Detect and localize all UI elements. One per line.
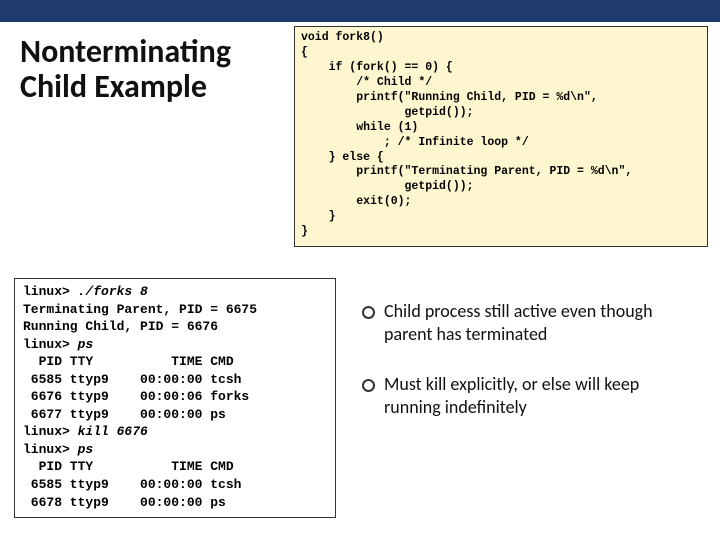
cmd: ps (78, 337, 94, 352)
prompt: linux> (23, 424, 78, 439)
output-line: 6585 ttyp9 00:00:00 tcsh (23, 372, 241, 387)
code-block: void fork8() { if (fork() == 0) { /* Chi… (294, 26, 708, 247)
output-line: PID TTY TIME CMD (23, 354, 234, 369)
output-line: Running Child, PID = 6676 (23, 319, 218, 334)
terminal-block: linux> ./forks 8 Terminating Parent, PID… (14, 278, 336, 518)
prompt: linux> (23, 337, 78, 352)
prompt: linux> (23, 442, 78, 457)
prompt: linux> (23, 284, 78, 299)
top-bar (0, 0, 720, 22)
cmd: kill 6676 (78, 424, 148, 439)
output-line: Terminating Parent, PID = 6675 (23, 302, 257, 317)
output-line: 6678 ttyp9 00:00:00 ps (23, 495, 226, 510)
bullet-item: Child process still active even though p… (360, 300, 696, 345)
bullet-item: Must kill explicitly, or else will keep … (360, 373, 696, 418)
cmd: ps (78, 442, 94, 457)
output-line: 6585 ttyp9 00:00:00 tcsh (23, 477, 241, 492)
output-line: 6676 ttyp9 00:00:06 forks (23, 389, 249, 404)
output-line: 6677 ttyp9 00:00:00 ps (23, 407, 226, 422)
bullet-list: Child process still active even though p… (360, 300, 696, 446)
output-line: PID TTY TIME CMD (23, 459, 234, 474)
slide-title: Nonterminating Child Example (20, 34, 280, 104)
cmd: ./forks 8 (78, 284, 148, 299)
